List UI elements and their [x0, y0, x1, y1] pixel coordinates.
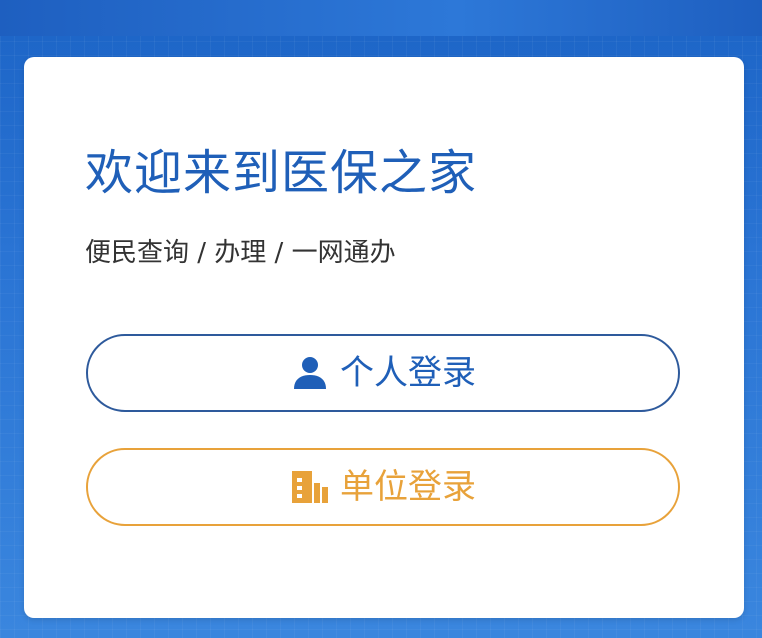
unit-login-label: 单位登录	[340, 467, 476, 507]
welcome-title: 欢迎来到医保之家	[85, 145, 478, 201]
user-icon	[290, 353, 330, 393]
personal-login-button[interactable]: 个人登录	[86, 334, 680, 412]
welcome-subtitle: 便民查询 / 办理 / 一网通办	[85, 238, 396, 268]
unit-login-button[interactable]: 单位登录	[86, 448, 680, 526]
login-card: 欢迎来到医保之家 便民查询 / 办理 / 一网通办 个人登录 单位登录	[24, 57, 744, 618]
top-background-band	[0, 0, 762, 36]
personal-login-label: 个人登录	[340, 353, 476, 393]
building-icon	[290, 467, 330, 507]
